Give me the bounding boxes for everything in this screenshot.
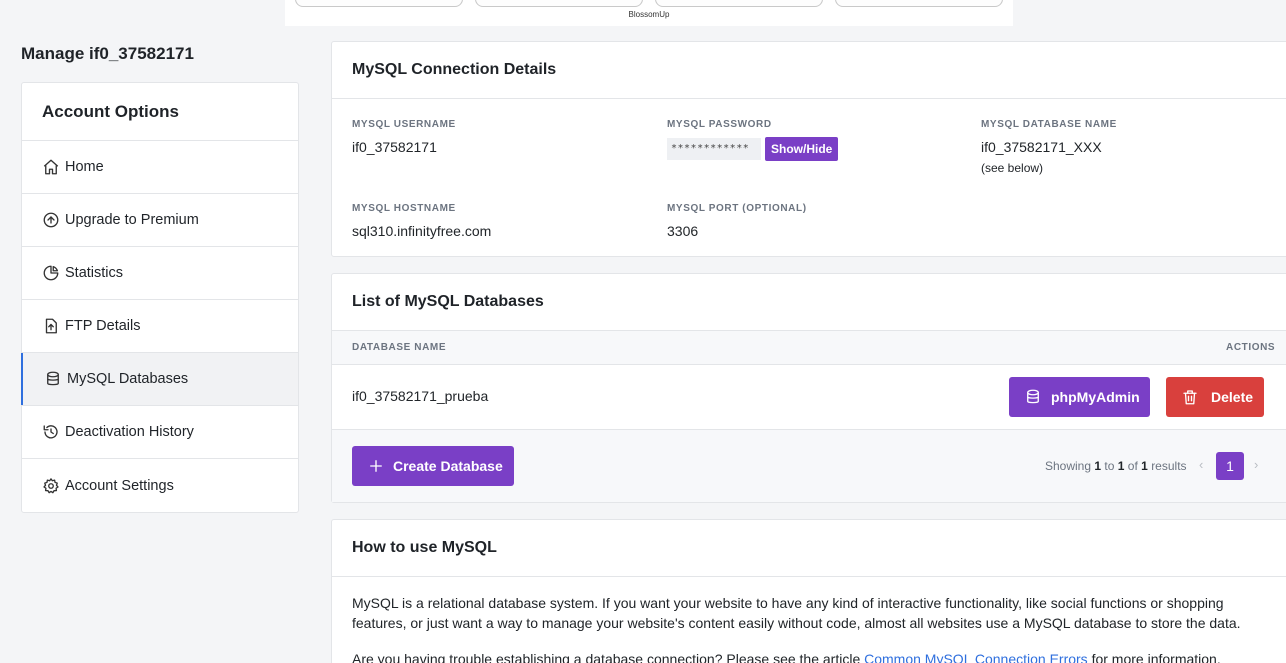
howto-card: How to use MySQL MySQL is a relational d… xyxy=(331,519,1286,663)
pager-total: 1 xyxy=(1141,459,1148,473)
dbname-label: MySQL Database Name xyxy=(981,119,1117,130)
sidebar: Account Options Home Upgrade to Premium … xyxy=(21,82,299,513)
sidebar-item-mysql[interactable]: MySQL Databases xyxy=(21,353,298,406)
table-row: if0_37582171_prueba phpMyAdmin Delete xyxy=(332,365,1286,429)
dbname-note: (see below) xyxy=(981,161,1044,175)
button-label: Create Database xyxy=(393,458,503,474)
pagination-summary: Showing 1 to 1 of 1 results xyxy=(1045,459,1187,473)
sidebar-item-label: MySQL Databases xyxy=(67,371,189,387)
pager-from: 1 xyxy=(1094,459,1102,473)
port-label: MySQL Port (Optional) xyxy=(667,203,807,214)
trash-icon xyxy=(1181,388,1199,406)
hostname-value: sql310.infinityfree.com xyxy=(352,223,492,239)
sidebar-item-label: Upgrade to Premium xyxy=(65,212,199,228)
sidebar-item-statistics[interactable]: Statistics xyxy=(22,247,298,300)
sidebar-item-upgrade[interactable]: Upgrade to Premium xyxy=(22,194,298,247)
card-title: MySQL Connection Details xyxy=(332,42,1286,99)
column-header-name: Database Name xyxy=(352,342,447,353)
column-header-actions: Actions xyxy=(1226,342,1276,353)
ad-banner[interactable]: BlossomUp xyxy=(285,0,1013,26)
show-hide-button[interactable]: Show/Hide xyxy=(765,137,839,161)
table-header: Database Name Actions xyxy=(332,331,1286,365)
page-title: Manage if0_37582171 xyxy=(21,44,194,63)
paragraph-text: for more information. xyxy=(1087,651,1221,663)
pie-chart-icon xyxy=(42,264,60,282)
sidebar-item-deactivation[interactable]: Deactivation History xyxy=(22,406,298,459)
sidebar-item-label: Statistics xyxy=(65,265,124,281)
username-label: MySQL Username xyxy=(352,119,456,130)
gear-icon xyxy=(42,477,60,495)
plus-icon xyxy=(367,457,385,475)
sidebar-item-settings[interactable]: Account Settings xyxy=(22,459,298,512)
ad-button[interactable] xyxy=(475,0,643,7)
delete-button[interactable]: Delete xyxy=(1166,377,1264,417)
connection-details-card: MySQL Connection Details MySQL Username … xyxy=(331,41,1286,257)
ad-button[interactable] xyxy=(835,0,1003,7)
ad-button[interactable] xyxy=(295,0,463,7)
database-name: if0_37582171_prueba xyxy=(352,388,489,404)
file-upload-icon xyxy=(42,317,60,335)
sidebar-item-label: FTP Details xyxy=(65,318,141,334)
history-icon xyxy=(42,423,60,441)
arrow-up-circle-icon xyxy=(42,211,60,229)
button-label: Delete xyxy=(1211,389,1254,405)
page-button[interactable]: 1 xyxy=(1216,452,1244,480)
sidebar-item-label: Deactivation History xyxy=(65,424,194,440)
database-icon xyxy=(1024,388,1042,406)
previous-page-icon[interactable]: ‹ xyxy=(1199,457,1203,472)
pager-suffix: results xyxy=(1151,459,1187,473)
port-value: 3306 xyxy=(667,223,699,239)
phpmyadmin-button[interactable]: phpMyAdmin xyxy=(1009,377,1150,417)
sidebar-item-label: Home xyxy=(65,159,104,175)
pager-to-word: to xyxy=(1104,459,1115,473)
table-footer: Create Database Showing 1 to 1 of 1 resu… xyxy=(332,429,1286,502)
button-label: phpMyAdmin xyxy=(1051,389,1140,405)
sidebar-header: Account Options xyxy=(22,83,298,141)
home-icon xyxy=(42,158,60,176)
pager-prefix: Showing xyxy=(1045,459,1092,473)
hostname-label: MySQL Hostname xyxy=(352,203,456,214)
pager-to: 1 xyxy=(1117,459,1125,473)
card-title: List of MySQL Databases xyxy=(332,274,1286,331)
password-label: MySQL Password xyxy=(667,119,772,130)
pager-of-word: of xyxy=(1127,459,1138,473)
database-icon xyxy=(44,370,62,388)
sidebar-item-label: Account Settings xyxy=(65,477,174,494)
card-title: How to use MySQL xyxy=(332,520,1286,577)
username-value: if0_37582171 xyxy=(352,139,437,155)
dbname-value: if0_37582171_XXX xyxy=(981,139,1102,155)
sidebar-item-ftp[interactable]: FTP Details xyxy=(22,300,298,353)
howto-paragraph-2: Are you having trouble establishing a da… xyxy=(352,649,1252,663)
sidebar-item-home[interactable]: Home xyxy=(22,141,298,194)
create-database-button[interactable]: Create Database xyxy=(352,446,514,486)
next-page-icon[interactable]: › xyxy=(1254,457,1258,472)
connection-errors-link[interactable]: Common MySQL Connection Errors xyxy=(864,651,1088,663)
howto-paragraph: MySQL is a relational database system. I… xyxy=(352,595,1241,631)
paragraph-text: Are you having trouble establishing a da… xyxy=(352,651,865,663)
ad-button[interactable] xyxy=(655,0,823,7)
databases-card: List of MySQL Databases Database Name Ac… xyxy=(331,273,1286,503)
ad-label: BlossomUp xyxy=(628,10,670,19)
password-value: ************ xyxy=(667,138,761,160)
